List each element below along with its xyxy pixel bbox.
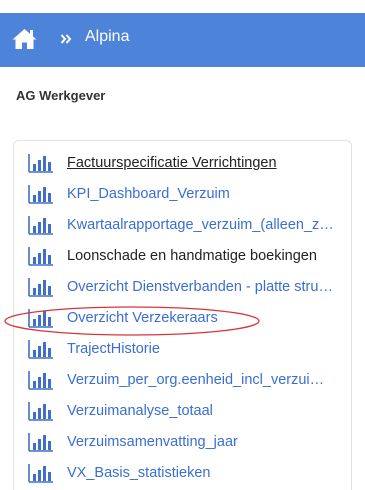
bar-chart-icon [28, 246, 54, 266]
report-item-label: TrajectHistorie [67, 341, 160, 357]
report-item-label: KPI_Dashboard_Verzuim [67, 186, 230, 202]
report-item[interactable]: VX_Basis_statistieken [28, 462, 210, 484]
report-item[interactable]: Verzuimsamenvatting_jaar [28, 431, 238, 453]
report-item[interactable]: Overzicht Dienstverbanden - platte stru… [28, 276, 333, 298]
breadcrumb-alpina[interactable]: Alpina [85, 28, 129, 46]
bar-chart-icon [28, 184, 54, 204]
report-item-label: Overzicht Verzekeraars [67, 310, 218, 326]
bar-chart-icon [28, 308, 54, 328]
bar-chart-icon [28, 339, 54, 359]
report-item-label: VX_Basis_statistieken [67, 465, 211, 481]
report-item[interactable]: Factuurspecificatie Verrichtingen [28, 152, 277, 174]
report-item[interactable]: Verzuim_per_org.eenheid_incl_verzuim… [28, 369, 335, 391]
bar-chart-icon [28, 153, 54, 173]
chevron-double-right-icon [60, 34, 72, 44]
report-item-label: Verzuimanalyse_totaal [67, 403, 213, 419]
report-item[interactable]: Verzuimanalyse_totaal [28, 400, 213, 422]
report-item-label: Kwartaalrapportage_verzuim_(alleen_zi… [67, 217, 335, 233]
report-item[interactable]: Kwartaalrapportage_verzuim_(alleen_zi… [28, 214, 335, 236]
app-header: Alpina [0, 13, 365, 67]
report-item[interactable]: Loonschade en handmatige boekingen [28, 245, 317, 267]
report-item[interactable]: KPI_Dashboard_Verzuim [28, 183, 230, 205]
report-item-label: Overzicht Dienstverbanden - platte stru… [67, 279, 333, 295]
report-item-label: Factuurspecificatie Verrichtingen [67, 155, 277, 171]
bar-chart-icon [28, 370, 54, 390]
report-item-label: Loonschade en handmatige boekingen [67, 248, 317, 264]
bar-chart-icon [28, 463, 54, 483]
home-icon[interactable] [11, 27, 38, 51]
report-item[interactable]: TrajectHistorie [28, 338, 160, 360]
bar-chart-icon [28, 401, 54, 421]
report-item[interactable]: Overzicht Verzekeraars [28, 307, 218, 329]
bar-chart-icon [28, 432, 54, 452]
report-item-label: Verzuim_per_org.eenheid_incl_verzuim… [67, 372, 335, 388]
bar-chart-icon [28, 215, 54, 235]
bar-chart-icon [28, 277, 54, 297]
section-title: AG Werkgever [16, 88, 106, 103]
report-item-label: Verzuimsamenvatting_jaar [67, 434, 238, 450]
top-strip [0, 0, 365, 13]
